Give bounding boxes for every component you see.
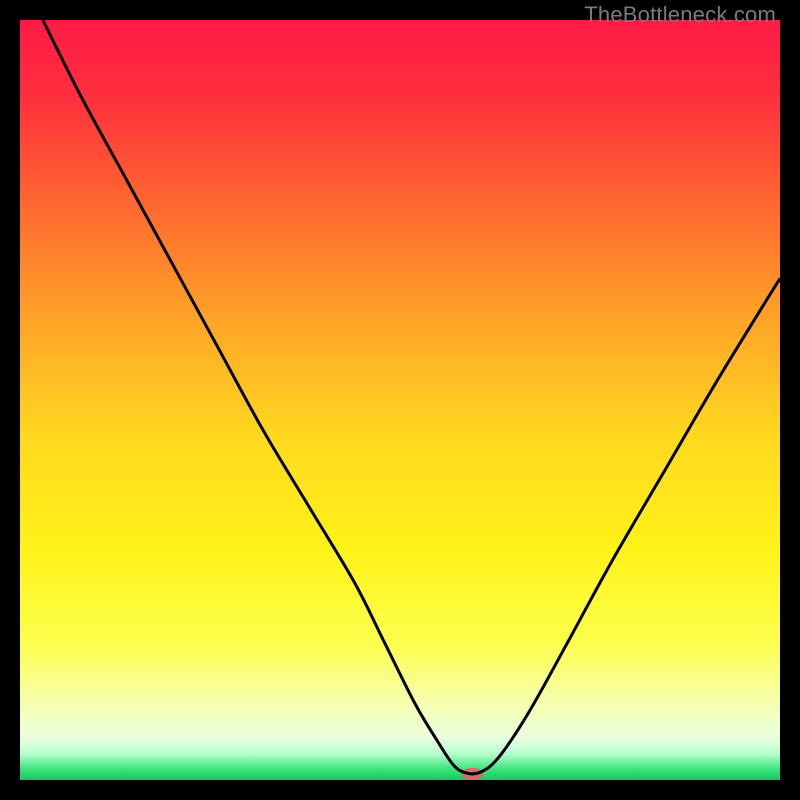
chart-frame bbox=[20, 20, 780, 780]
bottleneck-chart bbox=[20, 20, 780, 780]
watermark-text: TheBottleneck.com bbox=[584, 2, 776, 28]
gradient-background bbox=[20, 20, 780, 780]
